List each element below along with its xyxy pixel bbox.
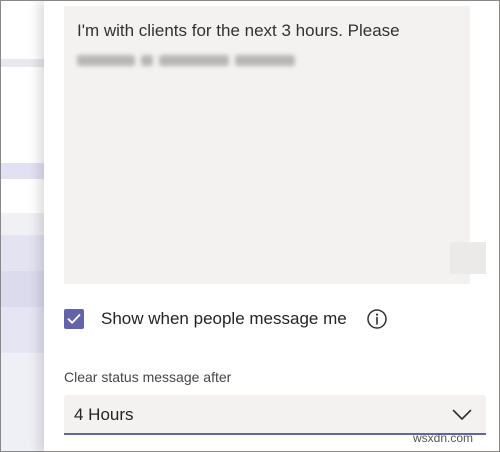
background-row: [1, 213, 44, 235]
show-when-message-label: Show when people message me: [101, 309, 347, 328]
clear-status-label: Clear status message after: [64, 369, 232, 385]
background-row: [1, 163, 44, 179]
status-message-textarea[interactable]: I'm with clients for the next 3 hours. P…: [64, 6, 486, 284]
clear-after-selected-value: 4 Hours: [74, 405, 134, 424]
status-message-text: I'm with clients for the next 3 hours. P…: [77, 21, 400, 40]
background-row: [1, 59, 44, 67]
background-row: [1, 271, 44, 307]
show-when-message-checkbox[interactable]: [64, 309, 84, 329]
background-row: [1, 67, 44, 163]
background-row: [1, 179, 44, 213]
background-row: [1, 1, 44, 59]
character-counter: [450, 242, 486, 274]
clear-after-dropdown[interactable]: 4 Hours: [64, 395, 486, 435]
set-status-message-dialog: I'm with clients for the next 3 hours. P…: [44, 0, 496, 452]
checkmark-icon: [67, 314, 81, 324]
show-when-message-option[interactable]: Show when people message me: [64, 305, 464, 333]
blurred-message-text: [77, 49, 297, 71]
background-row: [1, 353, 44, 451]
background-app-list: [1, 1, 44, 451]
background-row: [1, 307, 44, 353]
info-icon[interactable]: [366, 308, 388, 330]
watermark: wsxdn.com: [413, 431, 474, 445]
chevron-down-icon[interactable]: [452, 408, 472, 422]
background-row: [1, 235, 44, 271]
